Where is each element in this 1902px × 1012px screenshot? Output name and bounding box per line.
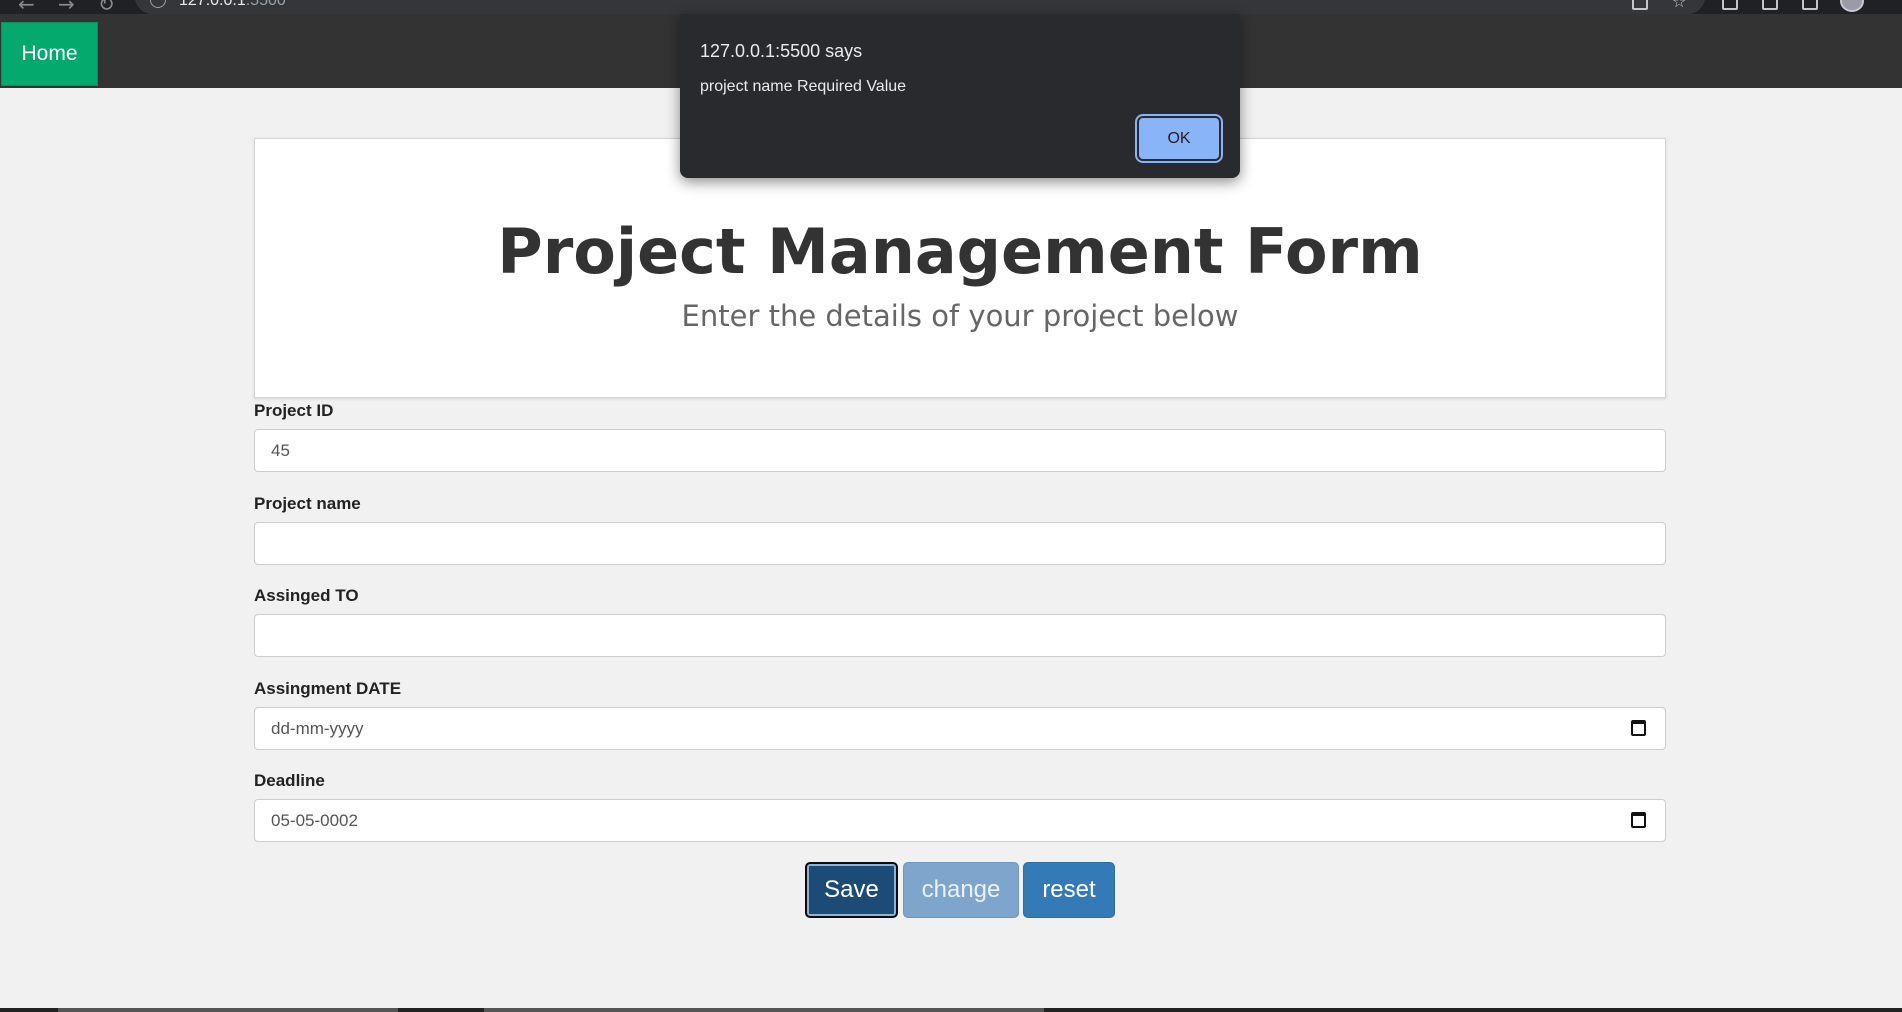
page-subtitle: Enter the details of your project below <box>681 299 1239 333</box>
media-icon[interactable] <box>1762 0 1778 10</box>
save-button[interactable]: Save <box>805 862 898 918</box>
assigned-to-input[interactable] <box>254 614 1666 657</box>
calendar-icon[interactable] <box>1631 812 1646 828</box>
url-text: 127.0.0.1:5500 <box>179 0 286 10</box>
extensions-icon[interactable] <box>1722 0 1738 10</box>
assigned-to-label: Assinged TO <box>254 586 359 605</box>
browser-toolbar: ← → ↻ 127.0.0.1:5500 ☆ <box>0 0 1902 16</box>
bottom-edge-segment <box>484 1008 1044 1012</box>
deadline-label: Deadline <box>254 771 325 790</box>
deadline-value: 05-05-0002 <box>271 810 358 830</box>
bottom-edge <box>0 1008 1902 1012</box>
info-icon[interactable] <box>150 0 166 8</box>
project-id-label: Project ID <box>254 401 334 420</box>
dialog-ok-button[interactable]: OK <box>1139 118 1219 159</box>
dialog-message: project name Required Value <box>700 78 907 95</box>
page-title: Project Management Form <box>497 215 1423 288</box>
profile-avatar[interactable] <box>1840 0 1864 12</box>
alert-dialog: 127.0.0.1:5500 says project name Require… <box>680 14 1240 178</box>
assignment-date-label: Assingment DATE <box>254 679 402 698</box>
deadline-input[interactable]: 05-05-0002 <box>254 799 1666 842</box>
bookmark-star-icon[interactable]: ☆ <box>1672 0 1688 11</box>
home-nav-link[interactable]: Home <box>1 22 98 86</box>
bottom-edge-segment <box>58 1008 398 1012</box>
url-port: :5500 <box>245 0 286 9</box>
assignment-date-placeholder: dd-mm-yyyy <box>271 718 364 738</box>
share-icon[interactable] <box>1632 0 1648 10</box>
calendar-icon[interactable] <box>1631 720 1646 736</box>
project-name-input[interactable] <box>254 522 1666 565</box>
address-bar[interactable]: 127.0.0.1:5500 <box>135 0 1705 14</box>
project-id-value: 45 <box>271 440 290 460</box>
url-host: 127.0.0.1 <box>179 0 246 9</box>
project-id-input[interactable]: 45 <box>254 429 1666 472</box>
side-panel-icon[interactable] <box>1802 0 1818 10</box>
change-button[interactable]: change <box>903 862 1019 918</box>
dialog-title: 127.0.0.1:5500 says <box>700 41 863 61</box>
assignment-date-input[interactable]: dd-mm-yyyy <box>254 707 1666 750</box>
reset-button[interactable]: reset <box>1023 862 1115 918</box>
project-name-label: Project name <box>254 494 361 513</box>
